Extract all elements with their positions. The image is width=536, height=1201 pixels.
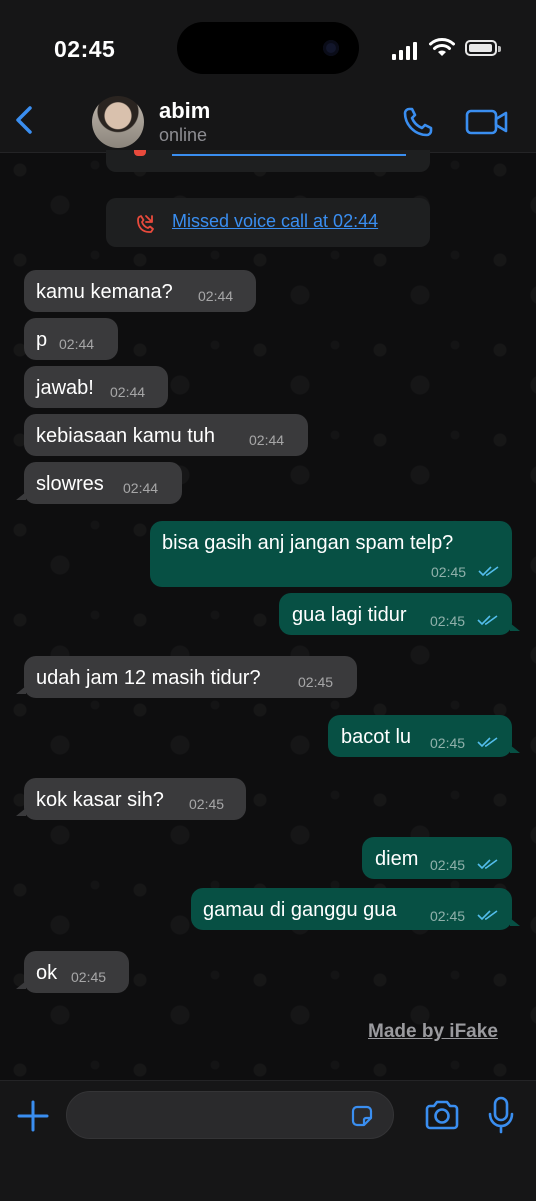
message-time: 02:44 (198, 288, 234, 304)
chevron-left-icon (16, 106, 32, 134)
input-bar (0, 1080, 536, 1201)
dynamic-island (177, 22, 359, 74)
message-time: 02:44 (249, 432, 285, 448)
message-time: 02:45 (430, 908, 466, 924)
message-text: kok kasar sih? (36, 789, 164, 811)
contact-name[interactable]: abim (159, 98, 210, 124)
camera-button[interactable] (424, 1099, 460, 1131)
sticker-icon (351, 1105, 373, 1127)
read-ticks-icon (477, 737, 498, 748)
message-text: gamau di ganggu gua (203, 899, 397, 921)
missed-call-text[interactable]: Missed voice call at 02:44 (172, 211, 378, 232)
message-outgoing[interactable]: gamau di ganggu gua 02:45 (191, 888, 520, 930)
battery-icon (465, 40, 497, 56)
message-outgoing[interactable]: gua lagi tidur 02:45 (279, 593, 520, 635)
read-ticks-icon (477, 910, 498, 921)
read-ticks-icon (477, 615, 498, 626)
message-text: p (36, 329, 48, 351)
message-incoming[interactable]: ok 02:45 (16, 951, 129, 993)
chat-header: abim online (0, 90, 536, 153)
message-time: 02:44 (59, 336, 95, 352)
message-outgoing[interactable]: bisa gasih anj jangan spam telp? 02:45 (150, 521, 512, 587)
message-outgoing[interactable]: diem 02:45 (362, 837, 512, 879)
message-incoming[interactable]: kamu kemana? 02:44 (24, 270, 256, 312)
message-incoming[interactable]: p 02:44 (24, 318, 118, 360)
message-time: 02:44 (123, 480, 159, 496)
status-bar: 02:45 (0, 0, 536, 90)
microphone-icon (488, 1096, 514, 1134)
message-text: jawab! (36, 377, 94, 399)
message-text: kebiasaan kamu tuh (36, 425, 216, 447)
message-text: bisa gasih anj jangan spam telp? (162, 532, 454, 554)
status-icons (392, 38, 507, 60)
message-time: 02:45 (189, 796, 225, 812)
attach-button[interactable] (16, 1099, 50, 1133)
read-ticks-icon (477, 859, 498, 870)
missed-call-icon (137, 215, 154, 233)
message-text: udah jam 12 masih tidur? (36, 667, 261, 689)
message-text: bacot lu (341, 726, 412, 748)
back-button[interactable] (10, 104, 40, 136)
avatar[interactable] (92, 96, 144, 148)
phone-icon (403, 107, 433, 137)
message-time: 02:45 (298, 674, 334, 690)
message-time: 02:45 (430, 857, 466, 873)
message-input[interactable] (66, 1091, 394, 1139)
watermark: Made by iFake (368, 1021, 498, 1042)
message-incoming[interactable]: jawab! 02:44 (24, 366, 168, 408)
message-incoming[interactable]: udah jam 12 masih tidur? 02:45 (16, 656, 357, 698)
status-time: 02:45 (54, 36, 116, 62)
front-camera (323, 40, 339, 56)
missed-call-notice[interactable]: Missed voice call at 02:44 (106, 198, 430, 247)
message-text: slowres (36, 473, 104, 495)
message-incoming[interactable]: kok kasar sih? 02:45 (16, 778, 246, 820)
message-time: 02:45 (430, 735, 466, 751)
video-camera-icon (465, 109, 508, 135)
sticker-button[interactable] (349, 1103, 375, 1129)
previous-call-notice (106, 150, 430, 172)
message-incoming[interactable]: slowres 02:44 (16, 462, 182, 504)
read-ticks-icon (478, 566, 499, 577)
message-time: 02:44 (110, 384, 146, 400)
message-time: 02:45 (431, 564, 467, 580)
camera-icon (425, 1100, 459, 1130)
message-time: 02:45 (430, 613, 466, 629)
message-text: ok (36, 962, 58, 984)
wifi-icon (429, 38, 455, 56)
plus-icon (17, 1100, 49, 1132)
message-outgoing[interactable]: bacot lu 02:45 (328, 715, 520, 757)
message-time: 02:45 (71, 969, 107, 985)
microphone-button[interactable] (488, 1095, 514, 1135)
voice-call-button[interactable] (400, 104, 436, 140)
video-call-button[interactable] (464, 104, 510, 140)
message-text: diem (375, 848, 419, 870)
message-incoming[interactable]: kebiasaan kamu tuh 02:44 (24, 414, 308, 456)
message-text: gua lagi tidur (292, 604, 407, 626)
contact-status: online (159, 125, 208, 145)
message-text: kamu kemana? (36, 281, 173, 303)
